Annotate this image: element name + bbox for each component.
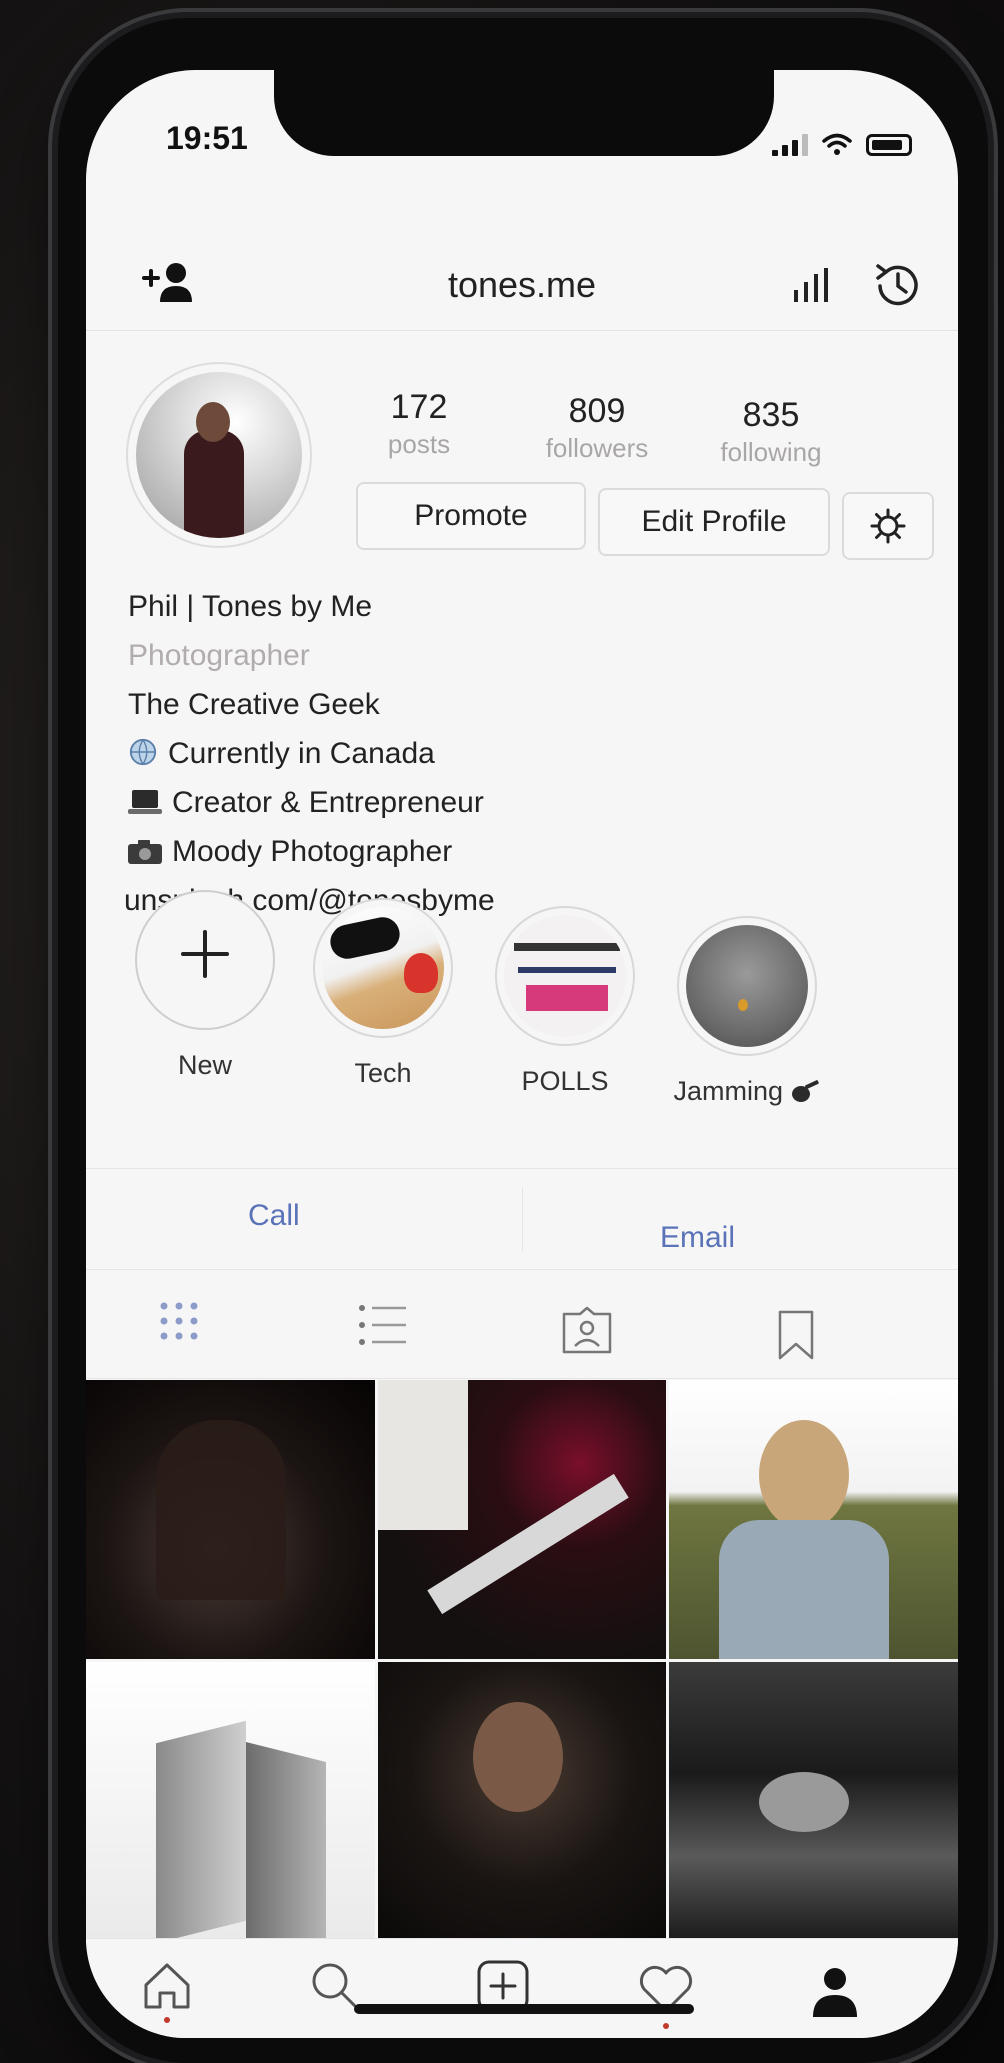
highlight-polls[interactable]: POLLS — [490, 906, 640, 1097]
promote-button[interactable]: Promote — [356, 482, 586, 550]
grid-post[interactable] — [669, 1380, 958, 1659]
bio-line: Moody Photographer — [128, 827, 495, 876]
highlight-label-text: Jamming — [673, 1076, 783, 1106]
laptop-icon — [128, 790, 162, 814]
profile-name: Phil | Tones by Me — [128, 590, 373, 623]
tagged-icon[interactable] — [560, 1306, 614, 1356]
edit-profile-button[interactable]: Edit Profile — [598, 488, 830, 556]
globe-icon — [129, 738, 157, 766]
notch — [274, 70, 774, 156]
profile-header: tones.me — [86, 220, 958, 331]
home-icon[interactable] — [140, 1959, 194, 2013]
profile-category: Photographer — [128, 639, 310, 672]
bio-line: Currently in Canada — [128, 729, 495, 778]
grid-post[interactable] — [86, 1380, 375, 1659]
grid-post[interactable] — [377, 1380, 667, 1659]
bottom-nav — [86, 1938, 958, 2038]
grid-post[interactable] — [377, 1661, 667, 1940]
highlight-cover — [686, 925, 808, 1047]
bio-line: Creator & Entrepreneur — [128, 778, 495, 827]
profile-tabs — [86, 1268, 958, 1379]
status-icons — [772, 132, 912, 156]
highlight-ring — [313, 898, 453, 1038]
bio-line-text: Moody Photographer — [172, 835, 453, 868]
app-screen: 19:51 tones.me 172 posts 809 followers 8… — [86, 70, 958, 2038]
list-icon[interactable] — [358, 1302, 408, 1348]
bio-line-text: Creator & Entrepreneur — [172, 786, 484, 819]
highlight-label: New — [177, 1050, 232, 1080]
highlight-ring — [495, 906, 635, 1046]
home-indicator[interactable] — [354, 2004, 694, 2014]
photo-grid — [86, 1380, 958, 1940]
search-icon[interactable] — [308, 1959, 362, 2013]
stat-followers-label: followers — [545, 433, 649, 463]
bio-line: The Creative Geek — [128, 688, 380, 721]
status-time: 19:51 — [166, 120, 248, 156]
contact-divider — [522, 1187, 523, 1251]
call-button[interactable]: Call — [248, 1199, 300, 1233]
guitar-icon — [791, 1080, 819, 1102]
stat-posts-count: 172 — [390, 388, 448, 426]
grid-post[interactable] — [669, 1661, 958, 1940]
stat-followers-count: 809 — [568, 392, 626, 430]
activity-notification-dot — [663, 2023, 669, 2029]
highlight-label: Jamming — [672, 1076, 822, 1107]
phone-frame: 19:51 tones.me 172 posts 809 followers 8… — [58, 18, 988, 2063]
history-icon[interactable] — [872, 260, 924, 312]
camera-icon — [128, 840, 162, 864]
stat-following[interactable]: 835 following — [696, 396, 846, 468]
highlight-label: POLLS — [521, 1066, 609, 1096]
plus-icon — [181, 930, 229, 978]
story-highlights: New Tech POLLS Jamming — [86, 890, 958, 1150]
settings-button[interactable] — [842, 492, 934, 560]
highlight-cover — [322, 907, 444, 1029]
contact-bar: Call Email — [86, 1168, 958, 1270]
bio-line-text: Currently in Canada — [168, 737, 435, 770]
avatar-photo — [136, 372, 302, 538]
battery-icon — [866, 134, 912, 156]
email-button[interactable]: Email — [660, 1221, 735, 1255]
grid-icon[interactable] — [156, 1298, 202, 1344]
wifi-icon — [822, 133, 852, 155]
highlight-new[interactable]: New — [130, 890, 280, 1081]
highlight-label: Tech — [354, 1058, 412, 1088]
highlight-ring — [135, 890, 275, 1030]
home-notification-dot — [164, 2017, 170, 2023]
gear-icon — [870, 508, 906, 544]
profile-icon[interactable] — [808, 1965, 862, 2019]
highlight-jamming[interactable]: Jamming — [672, 916, 822, 1107]
saved-icon[interactable] — [776, 1310, 816, 1360]
stat-posts-label: posts — [387, 429, 451, 459]
highlight-cover — [504, 915, 626, 1037]
insights-icon[interactable] — [792, 268, 834, 304]
highlight-tech[interactable]: Tech — [308, 898, 458, 1089]
profile-bio: Phil | Tones by Me Photographer The Crea… — [124, 582, 495, 925]
signal-icon — [772, 134, 808, 156]
stat-followers[interactable]: 809 followers — [522, 392, 672, 464]
stat-following-count: 835 — [742, 396, 800, 434]
profile-avatar[interactable] — [126, 362, 312, 548]
stat-posts[interactable]: 172 posts — [344, 388, 494, 460]
stat-following-label: following — [720, 437, 822, 467]
highlight-ring — [677, 916, 817, 1056]
grid-post[interactable] — [86, 1661, 375, 1940]
